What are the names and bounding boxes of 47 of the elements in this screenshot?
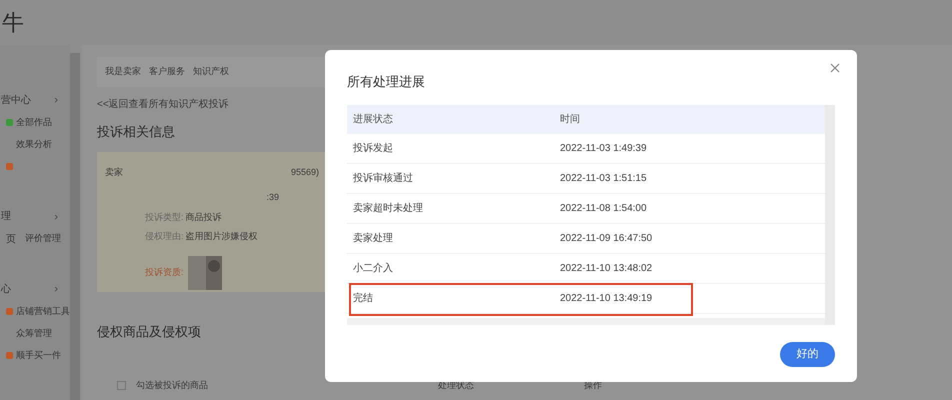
- sidebar-item[interactable]: 众筹管理: [16, 326, 52, 340]
- chevron-icon: ›: [54, 92, 58, 108]
- sidebar-group-title[interactable]: 理: [1, 209, 11, 224]
- evidence-label: 投诉资质:: [145, 266, 184, 279]
- table-cell-text: 卖家处理: [352, 232, 394, 246]
- checkbox-label[interactable]: 勾选被投诉的商品: [136, 379, 208, 392]
- sidebar-item[interactable]: 顺手买一件: [16, 348, 61, 362]
- table-cell-text: 投诉发起: [352, 142, 394, 156]
- sidebar-item[interactable]: 评价管理: [25, 232, 61, 246]
- sidebar-item[interactable]: 店铺营销工具: [16, 304, 70, 318]
- field-label: 投诉类型:: [145, 210, 184, 224]
- sidebar-item[interactable]: 效果分析: [16, 138, 52, 152]
- field-value: 商品投诉: [186, 210, 222, 224]
- column-header: 进展状态: [352, 112, 394, 126]
- logo-text: 牛: [2, 9, 24, 37]
- ok-button[interactable]: 好的: [780, 342, 835, 366]
- section-title: 投诉相关信息: [97, 123, 176, 141]
- checkbox[interactable]: [117, 381, 126, 390]
- field-label: 侵权理由:: [145, 230, 184, 243]
- table-cell-text: 2022-11-03 1:49:39: [560, 142, 647, 156]
- breadcrumb-item[interactable]: 客户服务: [149, 65, 185, 79]
- table-cell-text: 2022-11-09 16:47:50: [560, 232, 652, 246]
- section-title: 侵权商品及侵权项: [97, 322, 202, 340]
- table-cell-text: 完结: [352, 292, 374, 306]
- sidebar-item[interactable]: 全部作品: [16, 116, 52, 130]
- sidebar-item[interactable]: 页: [6, 232, 16, 246]
- dialog-title: 所有处理进展: [347, 73, 426, 91]
- table-cell-text: 卖家超时未处理: [352, 202, 424, 216]
- table-cell-text: 2022-11-08 1:54:00: [560, 202, 647, 216]
- table-cell-text: 2022-11-03 1:51:15: [560, 172, 647, 186]
- complaint-time: :39: [266, 191, 279, 204]
- breadcrumb-item[interactable]: 知识产权: [193, 65, 229, 79]
- field-value: 盗用图片涉嫌侵权: [186, 230, 258, 243]
- column-header: 时间: [560, 112, 580, 126]
- table-cell-text: 投诉审核通过: [352, 172, 414, 186]
- seller-label: 卖家: [105, 166, 123, 178]
- chevron-icon: ›: [54, 281, 58, 298]
- table-cell-text: 小二介入: [352, 262, 394, 276]
- sidebar-group-title[interactable]: 营中心: [1, 92, 31, 108]
- table-cell-text: 2022-11-10 13:48:02: [560, 262, 652, 276]
- close-icon: [830, 63, 840, 73]
- seller-id: 95569): [290, 166, 319, 179]
- table-cell-text: 2022-11-10 13:49:19: [560, 292, 652, 306]
- breadcrumb-item[interactable]: 我是卖家: [105, 65, 141, 79]
- horizontal-scrollbar[interactable]: [347, 318, 825, 324]
- sidebar-group-title[interactable]: 心: [1, 282, 11, 297]
- chevron-icon: ›: [54, 208, 58, 225]
